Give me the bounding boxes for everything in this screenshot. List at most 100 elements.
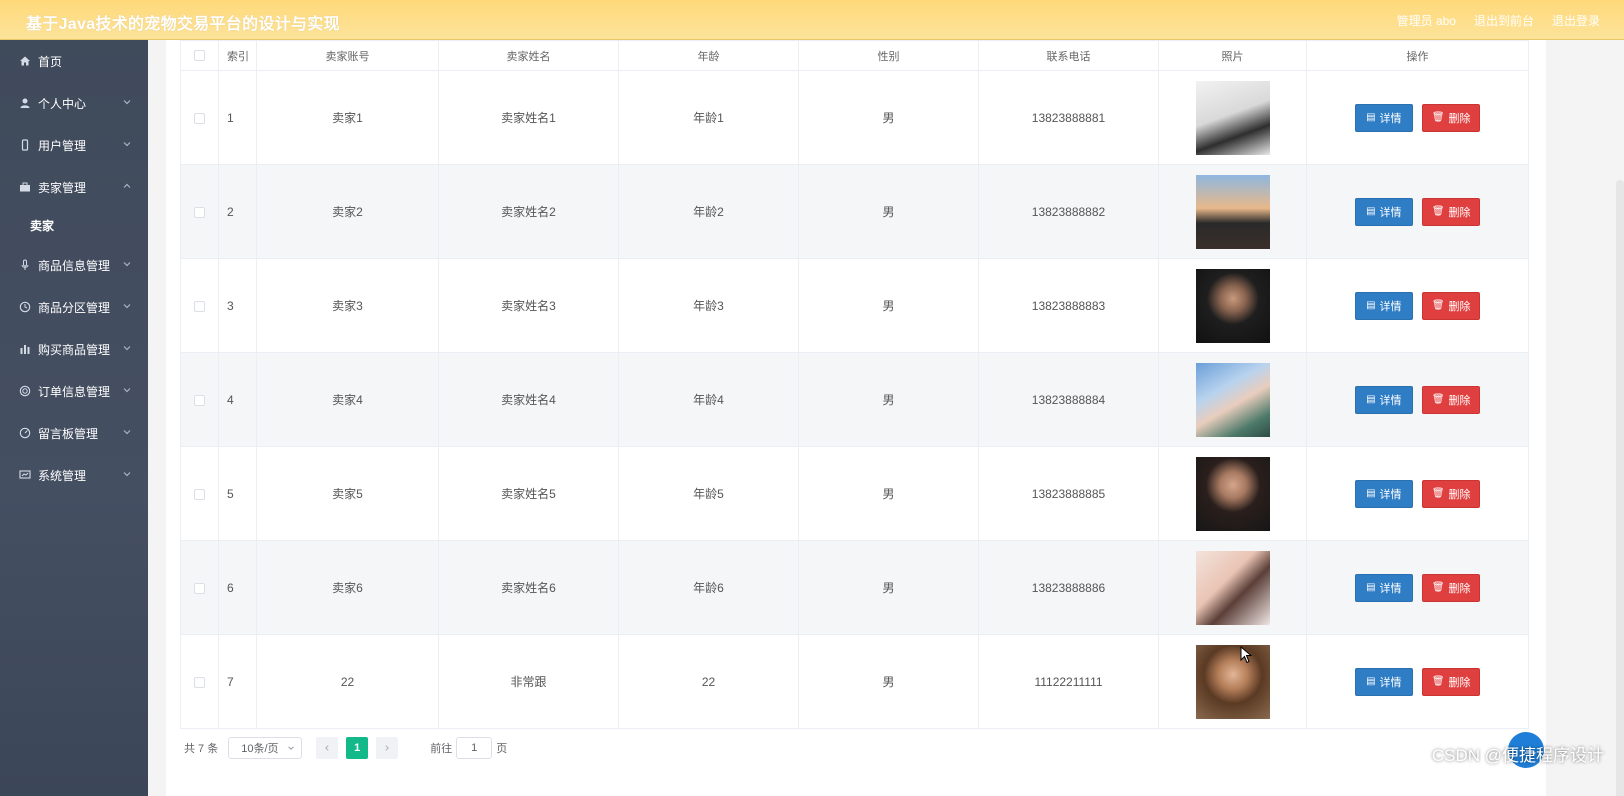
sidebar-item-label: 卖家管理 bbox=[38, 180, 87, 195]
row-checkbox[interactable] bbox=[194, 582, 205, 594]
table-header-row: 索引 卖家账号 卖家姓名 年龄 性别 联系电话 照片 操作 bbox=[180, 40, 1529, 71]
chevron-down-icon bbox=[123, 262, 131, 267]
seller-table: 索引 卖家账号 卖家姓名 年龄 性别 联系电话 照片 操作 1 卖家1 卖家姓名… bbox=[180, 40, 1529, 729]
next-page-button[interactable] bbox=[376, 737, 399, 759]
detail-button[interactable]: ▤ 详情 bbox=[1354, 573, 1413, 602]
sidebar-item-label: 商品分区管理 bbox=[38, 300, 111, 315]
trash-icon: 🗑 bbox=[1431, 206, 1445, 217]
document-icon: ▤ bbox=[1366, 112, 1376, 123]
trash-icon: 🗑 bbox=[1431, 676, 1445, 687]
chevron-down-icon bbox=[288, 746, 294, 750]
delete-button[interactable]: 🗑 删除 bbox=[1422, 197, 1481, 226]
detail-button[interactable]: ▤ 详情 bbox=[1354, 103, 1413, 132]
row-checkbox[interactable] bbox=[194, 300, 205, 312]
delete-button[interactable]: 🗑 删除 bbox=[1422, 479, 1481, 508]
trash-icon: 🗑 bbox=[1431, 488, 1445, 499]
sidebar-item-orders[interactable]: 订单信息管理 bbox=[0, 370, 148, 412]
sidebar-item-sellers[interactable]: 卖家管理 bbox=[0, 166, 148, 208]
select-all-checkbox[interactable] bbox=[194, 50, 205, 62]
delete-button[interactable]: 🗑 删除 bbox=[1422, 573, 1481, 602]
trash-icon: 🗑 bbox=[1431, 394, 1445, 405]
cell-index: 2 bbox=[218, 164, 257, 259]
seller-photo bbox=[1195, 174, 1270, 249]
cell-phone: 13823888882 bbox=[978, 164, 1159, 259]
row-checkbox[interactable] bbox=[194, 488, 205, 500]
column-header-actions: 操作 bbox=[1306, 40, 1529, 71]
delete-button[interactable]: 🗑 删除 bbox=[1422, 291, 1481, 320]
row-checkbox[interactable] bbox=[194, 676, 205, 688]
cell-index: 3 bbox=[218, 258, 257, 353]
document-icon: ▤ bbox=[1366, 300, 1376, 311]
cell-age: 22 bbox=[618, 634, 799, 729]
header-actions: 管理员 abo 退出到前台 退出登录 bbox=[1379, 12, 1600, 29]
sidebar-item-home[interactable]: 首页 bbox=[0, 40, 148, 82]
prev-page-button[interactable] bbox=[316, 737, 339, 759]
sidebar-item-messages[interactable]: 留言板管理 bbox=[0, 412, 148, 454]
cell-account: 卖家4 bbox=[256, 352, 439, 447]
cell-gender: 男 bbox=[798, 70, 979, 165]
trash-icon: 🗑 bbox=[1431, 300, 1445, 311]
cell-gender: 男 bbox=[798, 634, 979, 729]
column-header-name: 卖家姓名 bbox=[438, 40, 619, 71]
detail-button[interactable]: ▤ 详情 bbox=[1354, 385, 1413, 414]
trash-icon: 🗑 bbox=[1431, 582, 1445, 593]
cell-age: 年龄6 bbox=[618, 540, 799, 635]
main-content: 索引 卖家账号 卖家姓名 年龄 性别 联系电话 照片 操作 1 卖家1 卖家姓名… bbox=[148, 40, 1624, 796]
seller-photo bbox=[1195, 268, 1270, 343]
cell-name: 卖家姓名5 bbox=[438, 446, 619, 541]
row-checkbox[interactable] bbox=[194, 112, 205, 124]
table-row: 7 22 非常跟 22 男 11122211111 ▤ 详情 🗑 删除 bbox=[180, 634, 1529, 729]
row-checkbox[interactable] bbox=[194, 206, 205, 218]
detail-button[interactable]: ▤ 详情 bbox=[1354, 479, 1413, 508]
total-count: 共 7 条 bbox=[184, 743, 219, 755]
mic-icon bbox=[18, 258, 32, 272]
column-header-photo: 照片 bbox=[1158, 40, 1307, 71]
exit-to-front-link[interactable]: 退出到前台 bbox=[1474, 12, 1534, 29]
logout-link[interactable]: 退出登录 bbox=[1552, 12, 1600, 29]
sidebar-item-label: 用户管理 bbox=[38, 138, 87, 153]
row-checkbox[interactable] bbox=[194, 394, 205, 406]
detail-button[interactable]: ▤ 详情 bbox=[1354, 291, 1413, 320]
chevron-left-icon bbox=[325, 745, 329, 751]
cell-name: 非常跟 bbox=[438, 634, 619, 729]
sidebar-subitem-seller[interactable]: 卖家 bbox=[0, 208, 148, 244]
chevron-down-icon bbox=[123, 430, 131, 435]
watermark: CSDN @便捷程序设计 bbox=[1431, 746, 1604, 765]
table-row: 5 卖家5 卖家姓名5 年龄5 男 13823888885 ▤ 详情 🗑 删除 bbox=[180, 446, 1529, 541]
chevron-down-icon bbox=[123, 346, 131, 351]
cell-gender: 男 bbox=[798, 164, 979, 259]
goto-page-input[interactable]: 1 bbox=[456, 737, 493, 759]
page-size-select[interactable]: 10条/页 bbox=[228, 737, 303, 759]
cell-phone: 13823888886 bbox=[978, 540, 1159, 635]
page-size-value: 10条/页 bbox=[241, 743, 279, 755]
user-icon bbox=[18, 96, 32, 110]
sidebar: 首页 个人中心 用户管理 卖家管理 卖家 商品信息管理 商品分区管理 购买商品管… bbox=[0, 40, 148, 796]
delete-button[interactable]: 🗑 删除 bbox=[1422, 667, 1481, 696]
vertical-scrollbar[interactable] bbox=[1616, 180, 1624, 796]
cell-gender: 男 bbox=[798, 258, 979, 353]
sidebar-item-users[interactable]: 用户管理 bbox=[0, 124, 148, 166]
cell-age: 年龄3 bbox=[618, 258, 799, 353]
table-row: 3 卖家3 卖家姓名3 年龄3 男 13823888883 ▤ 详情 🗑 删除 bbox=[180, 258, 1529, 353]
delete-button[interactable]: 🗑 删除 bbox=[1422, 385, 1481, 414]
sidebar-item-product-category[interactable]: 商品分区管理 bbox=[0, 286, 148, 328]
sidebar-item-label: 个人中心 bbox=[38, 96, 87, 111]
sidebar-item-label: 系统管理 bbox=[38, 468, 87, 483]
sidebar-item-product-info[interactable]: 商品信息管理 bbox=[0, 244, 148, 286]
table-row: 4 卖家4 卖家姓名4 年龄4 男 13823888884 ▤ 详情 🗑 删除 bbox=[180, 352, 1529, 447]
sidebar-item-system[interactable]: 系统管理 bbox=[0, 454, 148, 496]
delete-button[interactable]: 🗑 删除 bbox=[1422, 103, 1481, 132]
page-number-current[interactable]: 1 bbox=[346, 737, 369, 759]
table-row: 6 卖家6 卖家姓名6 年龄6 男 13823888886 ▤ 详情 🗑 删除 bbox=[180, 540, 1529, 635]
cell-account: 卖家5 bbox=[256, 446, 439, 541]
cell-index: 1 bbox=[218, 70, 257, 165]
cell-phone: 13823888885 bbox=[978, 446, 1159, 541]
chevron-down-icon bbox=[123, 142, 131, 147]
sidebar-item-profile[interactable]: 个人中心 bbox=[0, 82, 148, 124]
cell-phone: 13823888881 bbox=[978, 70, 1159, 165]
document-icon: ▤ bbox=[1366, 206, 1376, 217]
sidebar-item-purchases[interactable]: 购买商品管理 bbox=[0, 328, 148, 370]
cell-index: 4 bbox=[218, 352, 257, 447]
detail-button[interactable]: ▤ 详情 bbox=[1354, 197, 1413, 226]
detail-button[interactable]: ▤ 详情 bbox=[1354, 667, 1413, 696]
